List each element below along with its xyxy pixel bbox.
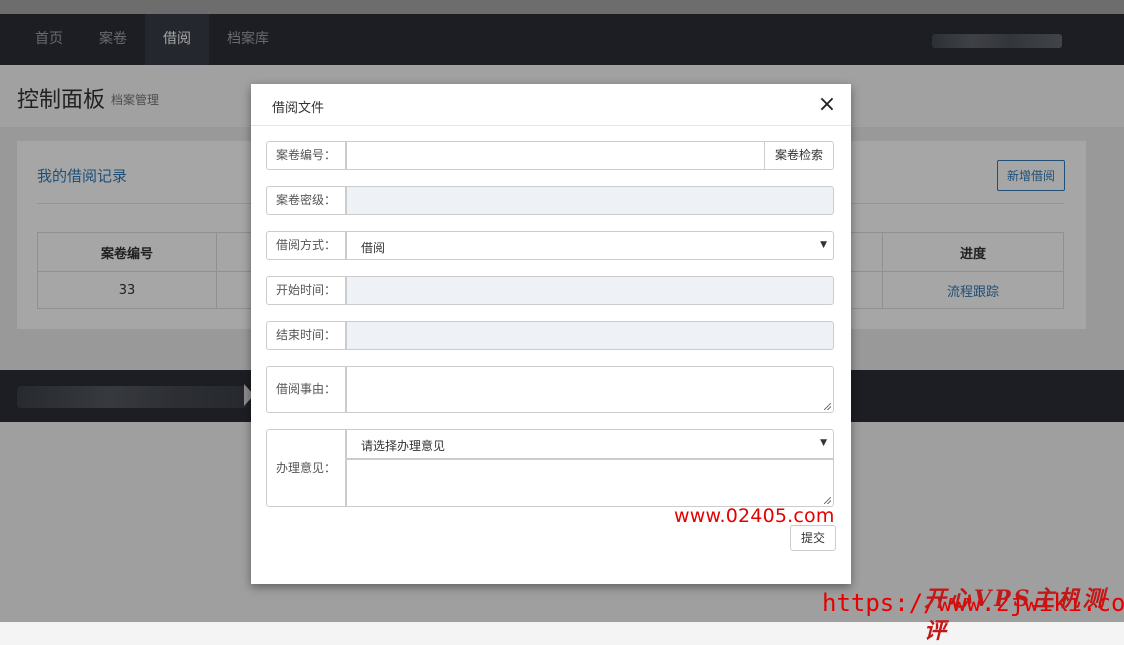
start-time-input[interactable]	[346, 276, 834, 305]
start-time-label: 开始时间：	[266, 276, 346, 305]
borrow-method-select[interactable]: 借阅 ▼	[346, 231, 834, 260]
case-secret-label: 案卷密级：	[266, 186, 346, 215]
modal-title: 借阅文件	[272, 101, 325, 116]
borrow-method-label: 借阅方式：	[266, 231, 346, 260]
watermark-site2-cn: 开心VPS主机测评	[924, 586, 1108, 644]
dropdown-caret-icon: ▼	[820, 240, 827, 250]
modal-header: 借阅文件 ×	[251, 84, 851, 126]
watermark-site1: www.02405.com	[674, 505, 835, 527]
opinion-label: 办理意见：	[266, 429, 346, 507]
close-icon[interactable]: ×	[815, 94, 839, 118]
resize-handle-icon[interactable]	[824, 497, 831, 504]
resize-handle-icon[interactable]	[824, 403, 831, 410]
borrow-method-row: 借阅方式： 借阅 ▼	[266, 231, 834, 260]
reason-label: 借阅事由：	[266, 366, 346, 413]
case-number-input[interactable]	[346, 141, 765, 170]
end-time-input[interactable]	[346, 321, 834, 350]
reason-row: 借阅事由：	[266, 366, 834, 413]
submit-button[interactable]: 提交	[790, 525, 836, 551]
case-number-row: 案卷编号： 案卷检索	[266, 141, 834, 170]
case-number-label: 案卷编号：	[266, 141, 346, 170]
dropdown-caret-icon: ▼	[820, 438, 827, 448]
end-time-label: 结束时间：	[266, 321, 346, 350]
opinion-textarea[interactable]	[346, 459, 834, 507]
end-time-row: 结束时间：	[266, 321, 834, 350]
reason-textarea[interactable]	[346, 366, 834, 413]
case-secret-row: 案卷密级：	[266, 186, 834, 215]
case-search-button[interactable]: 案卷检索	[765, 141, 834, 170]
opinion-select[interactable]: 请选择办理意见 ▼	[346, 429, 834, 459]
start-time-row: 开始时间：	[266, 276, 834, 305]
opinion-row: 办理意见： 请选择办理意见 ▼	[266, 429, 834, 507]
case-secret-input	[346, 186, 834, 215]
